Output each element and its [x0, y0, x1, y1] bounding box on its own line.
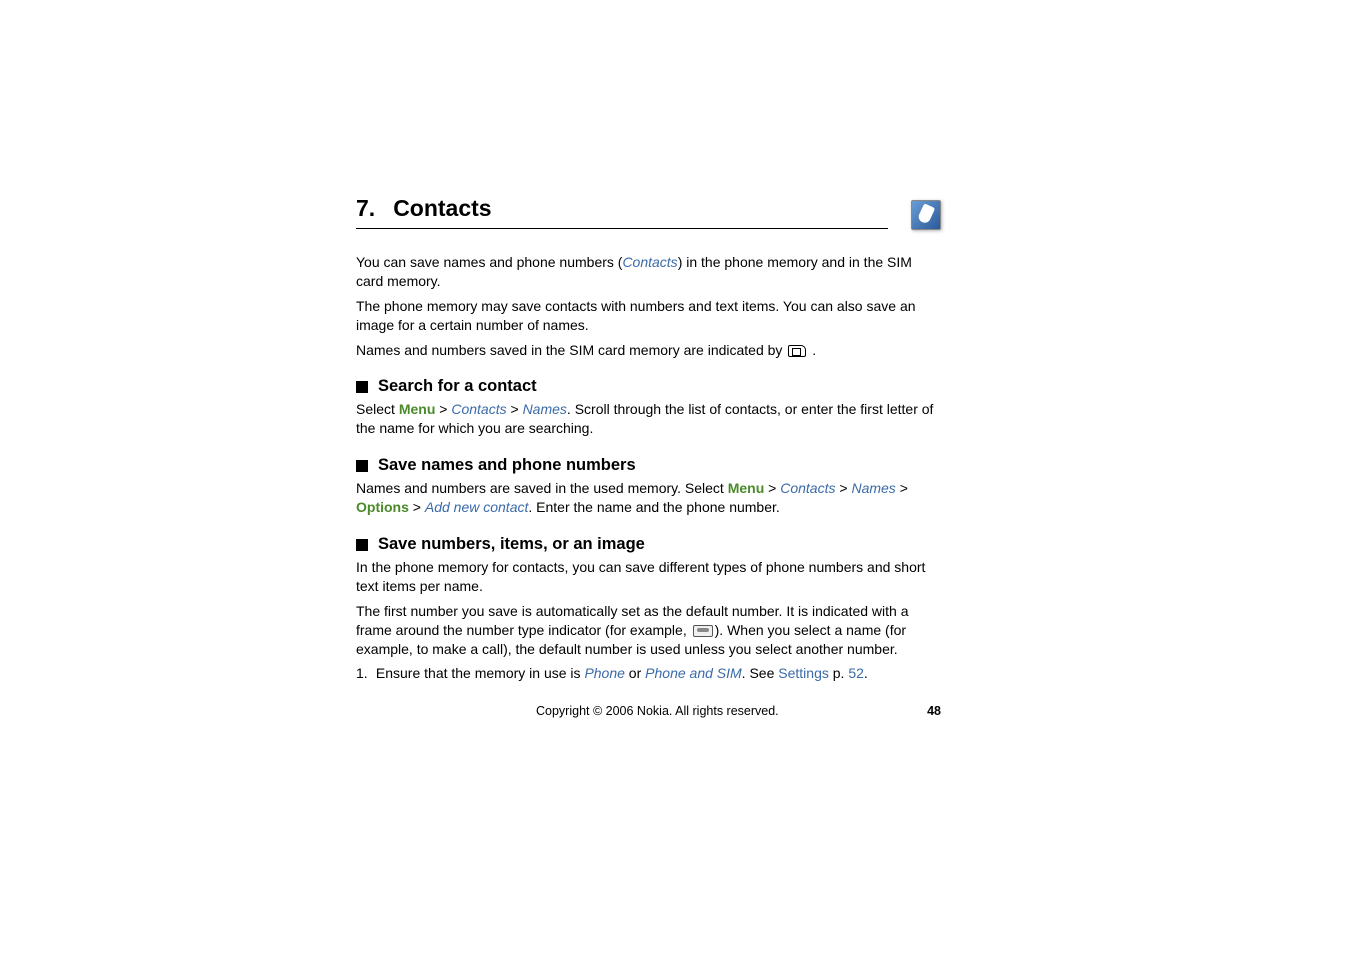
section-save-names-header: Save names and phone numbers: [356, 456, 941, 475]
list-item-1: 1. Ensure that the memory in use is Phon…: [356, 664, 938, 683]
contacts-app-icon: [911, 200, 941, 230]
page-number: 48: [927, 704, 941, 718]
menu-path-contacts: Contacts: [451, 401, 506, 417]
section-title-save-names: Save names and phone numbers: [378, 456, 636, 475]
intro-block: You can save names and phone numbers (Co…: [356, 253, 938, 359]
section-search-text: Select Menu > Contacts > Names. Scroll t…: [356, 400, 938, 438]
list-number: 1.: [356, 664, 372, 683]
sim-card-icon: [788, 345, 806, 357]
page-content: 7. Contacts You can save names and phone…: [356, 195, 941, 683]
section-title-search: Search for a contact: [378, 377, 537, 396]
copyright-text: Copyright © 2006 Nokia. All rights reser…: [536, 704, 779, 718]
section-title-save-numbers: Save numbers, items, or an image: [378, 535, 645, 554]
section-save-numbers-p2: The first number you save is automatical…: [356, 602, 938, 659]
square-bullet-icon: [356, 539, 368, 551]
section-search-header: Search for a contact: [356, 377, 941, 396]
menu-path-options: Options: [356, 499, 409, 515]
memory-phone: Phone: [584, 665, 624, 681]
chapter-title: Contacts: [393, 195, 491, 222]
memory-phone-and-sim: Phone and SIM: [645, 665, 742, 681]
settings-link[interactable]: Settings: [778, 665, 829, 681]
menu-path-contacts: Contacts: [780, 480, 835, 496]
section-save-numbers-p1: In the phone memory for contacts, you ca…: [356, 558, 938, 596]
menu-path-add-new: Add new contact: [425, 499, 529, 515]
menu-path-names: Names: [851, 480, 895, 496]
menu-path-menu: Menu: [399, 401, 436, 417]
section-save-names-text: Names and numbers are saved in the used …: [356, 479, 938, 517]
section-save-numbers-header: Save numbers, items, or an image: [356, 535, 941, 554]
chapter-number: 7.: [356, 195, 375, 222]
square-bullet-icon: [356, 381, 368, 393]
menu-path-menu: Menu: [728, 480, 765, 496]
intro-paragraph-3: Names and numbers saved in the SIM card …: [356, 341, 938, 360]
menu-path-names: Names: [523, 401, 567, 417]
phone-type-icon: [693, 625, 713, 637]
page-52-link[interactable]: 52: [848, 665, 864, 681]
contacts-term: Contacts: [622, 254, 677, 270]
intro-paragraph-1: You can save names and phone numbers (Co…: [356, 253, 938, 291]
square-bullet-icon: [356, 460, 368, 472]
chapter-header: 7. Contacts: [356, 195, 888, 229]
intro-paragraph-2: The phone memory may save contacts with …: [356, 297, 938, 335]
